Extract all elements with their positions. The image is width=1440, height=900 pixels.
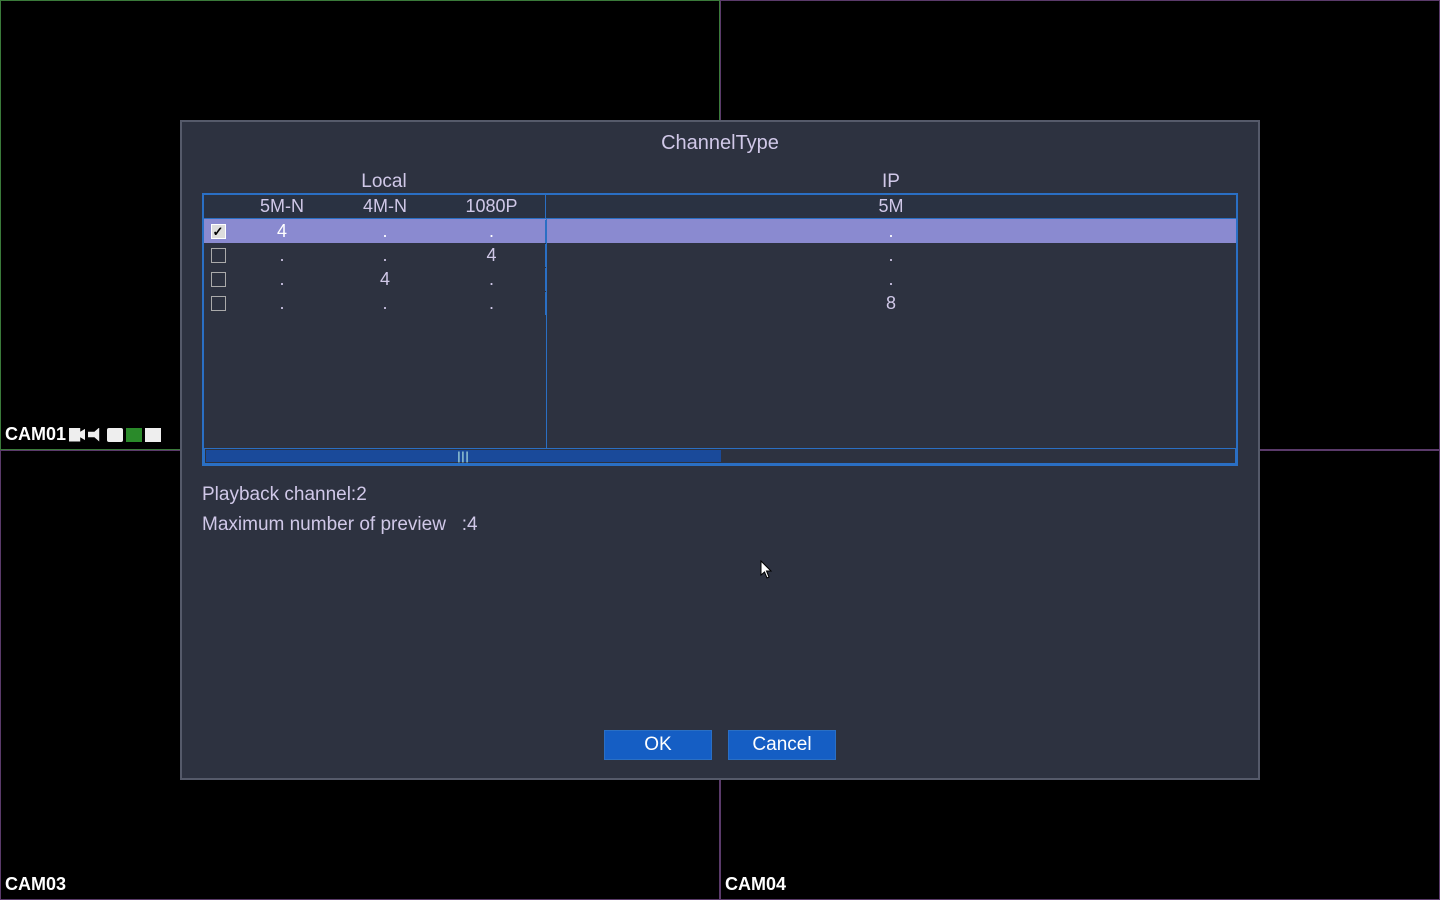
cell-4mn: 4 <box>332 268 438 291</box>
channel-type-dialog: ChannelType Local IP 5M-N 4M-N 1080P 5M … <box>180 120 1260 780</box>
cell-5m: 8 <box>546 292 1236 315</box>
cell-4mn: . <box>332 220 438 243</box>
table-row[interactable]: 4... <box>204 219 1236 243</box>
cell-1080p: . <box>438 292 546 315</box>
preview-label: Maximum number of preview : <box>202 510 467 540</box>
cell-1080p: . <box>438 268 546 291</box>
preview-value: 4 <box>467 510 478 540</box>
table-row[interactable]: ...8 <box>204 291 1236 315</box>
channel-table: Local IP 5M-N 4M-N 1080P 5M 4.....4..4..… <box>202 171 1238 466</box>
table-group-header: Local IP <box>202 171 1238 193</box>
col-1080p: 1080P <box>438 195 546 218</box>
cell-1080p: 4 <box>438 244 546 267</box>
cell-4mn: . <box>332 292 438 315</box>
col-5m: 5M <box>546 195 1236 218</box>
row-checkbox[interactable] <box>211 272 226 287</box>
camera-label-3: CAM03 <box>5 874 66 895</box>
cell-5mn: 4 <box>232 220 332 243</box>
row-checkbox[interactable] <box>211 296 226 311</box>
table-row[interactable]: ..4. <box>204 243 1236 267</box>
row-checkbox[interactable] <box>211 224 226 239</box>
sound-icon <box>88 428 104 442</box>
cell-4mn: . <box>332 244 438 267</box>
camera-label-1: CAM01 <box>5 424 161 445</box>
row-checkbox[interactable] <box>211 248 226 263</box>
cell-5mn: . <box>232 292 332 315</box>
dialog-buttons: OK Cancel <box>182 730 1258 760</box>
camera-label-4: CAM04 <box>725 874 786 895</box>
col-4mn: 4M-N <box>332 195 438 218</box>
table-header-row: 5M-N 4M-N 1080P 5M <box>204 195 1236 219</box>
camera-name-4: CAM04 <box>725 874 786 895</box>
dialog-title: ChannelType <box>182 122 1258 163</box>
camera-icon <box>107 428 123 442</box>
cell-5m: . <box>546 244 1236 267</box>
grip-icon: ||| <box>457 449 469 463</box>
group-local: Local <box>202 171 544 193</box>
camera-name-1: CAM01 <box>5 424 66 445</box>
cancel-button[interactable]: Cancel <box>728 730 836 760</box>
table-body: 4.....4..4.....8 <box>204 219 1236 449</box>
horizontal-scrollbar[interactable]: ||| <box>204 448 1236 464</box>
playback-label: Playback channel: <box>202 480 356 510</box>
playback-value: 2 <box>356 480 367 510</box>
col-5mn: 5M-N <box>232 195 332 218</box>
cell-5m: . <box>546 220 1236 243</box>
cell-5mn: . <box>232 244 332 267</box>
cell-5mn: . <box>232 268 332 291</box>
col-checkbox <box>204 195 232 218</box>
scroll-thumb[interactable]: ||| <box>206 450 721 462</box>
table-row[interactable]: .4.. <box>204 267 1236 291</box>
status-icon <box>126 428 142 442</box>
cell-5m: . <box>546 268 1236 291</box>
group-ip: IP <box>544 171 1238 193</box>
video-icon <box>69 428 85 442</box>
record-icon <box>145 428 161 442</box>
camera-name-3: CAM03 <box>5 874 66 895</box>
ok-button[interactable]: OK <box>604 730 712 760</box>
column-divider <box>546 219 547 448</box>
info-section: Playback channel: 2 Maximum number of pr… <box>202 480 1238 541</box>
cell-1080p: . <box>438 220 546 243</box>
